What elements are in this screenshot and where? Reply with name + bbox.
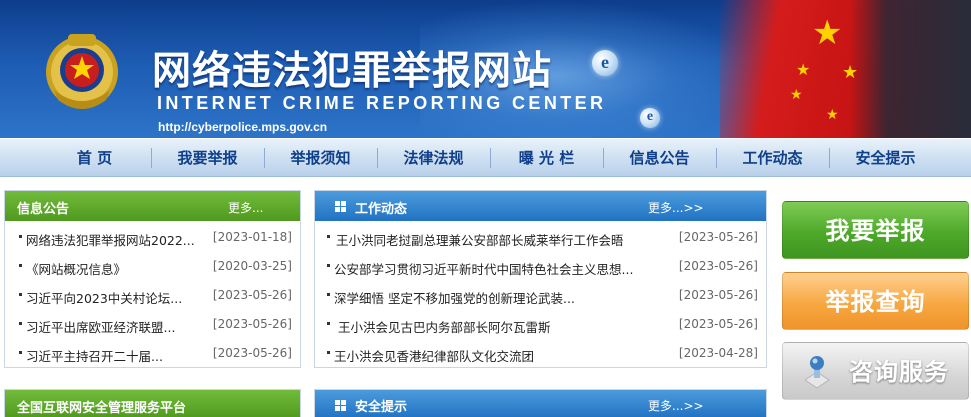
work-panel-title: 工作动态 bbox=[355, 202, 408, 217]
platform-panel-title: 全国互联网安全管理服务平台 bbox=[17, 401, 187, 416]
grid-icon bbox=[335, 201, 346, 212]
site-url: http://cyberpolice.mps.gov.cn bbox=[158, 120, 328, 134]
star-icon: ★ bbox=[796, 60, 811, 79]
list-item-date: [2023-01-18] bbox=[212, 230, 292, 244]
info-announcement-panel: 信息公告 更多... 网络违法犯罪举报网站2022... [2023-01-18… bbox=[4, 190, 301, 368]
work-news-panel: 工作动态 更多...>> 王小洪同老挝副总理兼公安部部长威莱举行工作会晤 [20… bbox=[314, 190, 767, 368]
report-query-button[interactable]: 举报查询 bbox=[782, 272, 969, 330]
e-globe-icon: e bbox=[592, 50, 618, 76]
list-item: 习近平出席欧亚经济联盟... [2023-05-26] bbox=[5, 312, 300, 340]
list-item-title[interactable]: 公安部学习贯彻习近平新时代中国特色社会主义思想... bbox=[334, 259, 688, 278]
list-item: 王小洪会见古巴内务部部长阿尔瓦雷斯 [2023-05-26] bbox=[315, 312, 766, 340]
list-item: 王小洪同老挝副总理兼公安部部长威莱举行工作会晤 [2023-05-26] bbox=[315, 225, 766, 253]
site-title-en: INTERNET CRIME REPORTING CENTER bbox=[157, 93, 607, 113]
nav-work-news[interactable]: 工作动态 bbox=[716, 139, 829, 177]
report-button[interactable]: 我要举报 bbox=[782, 201, 969, 259]
nav-announcements[interactable]: 信息公告 bbox=[603, 139, 716, 177]
list-item: 网络违法犯罪举报网站2022... [2023-01-18] bbox=[5, 225, 300, 253]
safety-tips-panel: 安全提示 更多...>> bbox=[314, 389, 767, 417]
nav-safety-tips[interactable]: 安全提示 bbox=[829, 139, 942, 177]
work-more-link[interactable]: 更多...>> bbox=[648, 199, 704, 216]
grid-icon bbox=[335, 400, 346, 411]
list-item-title[interactable]: 习近平出席欧亚经济联盟... bbox=[26, 317, 216, 336]
nav-laws[interactable]: 法律法规 bbox=[377, 139, 490, 177]
list-item-title[interactable]: 网络违法犯罪举报网站2022... bbox=[26, 230, 216, 249]
list-item-date: [2020-03-25] bbox=[212, 259, 292, 273]
site-title-cn: 网络违法犯罪举报网站 bbox=[152, 49, 553, 94]
list-item-title[interactable]: 王小洪会见古巴内务部部长阿尔瓦雷斯 bbox=[338, 317, 688, 336]
list-item-title[interactable]: 王小洪同老挝副总理兼公安部部长威莱举行工作会晤 bbox=[336, 230, 688, 249]
star-icon: ★ bbox=[790, 87, 803, 103]
nav-report[interactable]: 我要举报 bbox=[151, 139, 264, 177]
platform-panel-header[interactable]: 全国互联网安全管理服务平台 bbox=[5, 390, 300, 417]
info-panel-header: 信息公告 更多... bbox=[5, 191, 300, 221]
list-item-date: [2023-04-28] bbox=[678, 346, 758, 360]
police-emblem-icon bbox=[46, 34, 118, 109]
police-figures bbox=[850, 0, 971, 138]
list-item: 习近平向2023中关村论坛... [2023-05-26] bbox=[5, 283, 300, 311]
list-item-title[interactable]: 深学细悟 坚定不移加强党的创新理论武装... bbox=[334, 288, 688, 307]
safety-more-link[interactable]: 更多...>> bbox=[648, 397, 704, 414]
list-item-title[interactable]: 习近平向2023中关村论坛... bbox=[26, 288, 216, 307]
list-item-title[interactable]: 王小洪会见香港纪律部队文化交流团 bbox=[334, 346, 688, 365]
list-item-date: [2023-05-26] bbox=[212, 288, 292, 302]
info-more-link[interactable]: 更多... bbox=[228, 199, 263, 216]
star-icon: ★ bbox=[842, 62, 859, 83]
star-icon: ★ bbox=[812, 13, 843, 53]
consult-icon bbox=[804, 356, 830, 389]
list-item: 王小洪会见香港纪律部队文化交流团 [2023-04-28] bbox=[315, 341, 766, 369]
info-panel-title: 信息公告 bbox=[17, 202, 70, 217]
consult-service-label: 咨询服务 bbox=[849, 358, 949, 386]
list-item-date: [2023-05-26] bbox=[678, 259, 758, 273]
list-item-title[interactable]: 《网站概况信息》 bbox=[26, 259, 216, 278]
main-nav: 首 页 我要举报 举报须知 法律法规 曝 光 栏 信息公告 工作动态 安全提示 bbox=[0, 138, 971, 177]
nav-exposure[interactable]: 曝 光 栏 bbox=[490, 139, 603, 177]
list-item-title[interactable]: 习近平主持召开二十届... bbox=[26, 346, 216, 365]
nav-notice[interactable]: 举报须知 bbox=[264, 139, 377, 177]
list-item-date: [2023-05-26] bbox=[212, 317, 292, 331]
consult-service-button[interactable]: 咨询服务 bbox=[782, 342, 969, 400]
list-item: 《网站概况信息》 [2020-03-25] bbox=[5, 254, 300, 282]
list-item-date: [2023-05-26] bbox=[212, 346, 292, 360]
work-panel-header: 工作动态 更多...>> bbox=[315, 191, 766, 221]
list-item: 公安部学习贯彻习近平新时代中国特色社会主义思想... [2023-05-26] bbox=[315, 254, 766, 282]
list-item-date: [2023-05-26] bbox=[678, 230, 758, 244]
list-item: 习近平主持召开二十届... [2023-05-26] bbox=[5, 341, 300, 369]
list-item: 深学细悟 坚定不移加强党的创新理论武装... [2023-05-26] bbox=[315, 283, 766, 311]
star-icon: ★ bbox=[826, 107, 839, 123]
safety-panel-title: 安全提示 bbox=[355, 400, 408, 415]
list-item-date: [2023-05-26] bbox=[678, 317, 758, 331]
list-item-date: [2023-05-26] bbox=[678, 288, 758, 302]
security-platform-panel: 全国互联网安全管理服务平台 bbox=[4, 389, 301, 417]
header-banner: ★ ★ ★ ★ ★ 网络违法犯罪举报网站 INTERNET CRIME REPO… bbox=[0, 0, 971, 138]
safety-panel-header: 安全提示 更多...>> bbox=[315, 390, 766, 417]
e-globe-icon: e bbox=[640, 108, 660, 128]
nav-home[interactable]: 首 页 bbox=[38, 139, 151, 177]
